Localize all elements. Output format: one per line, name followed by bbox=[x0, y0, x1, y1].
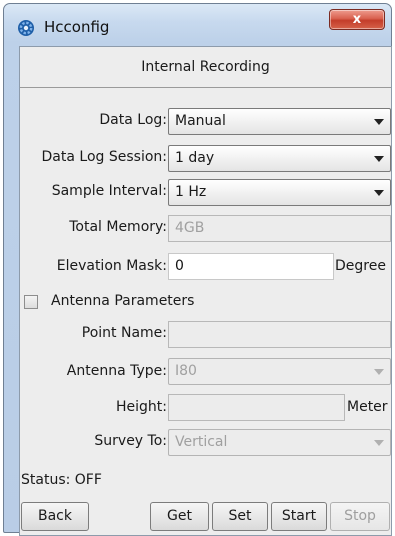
chevron-down-icon bbox=[374, 369, 384, 375]
antenna-type-value: I80 bbox=[175, 363, 197, 379]
data-log-label: Data Log: bbox=[99, 112, 167, 128]
antenna-parameters-label: Antenna Parameters bbox=[51, 293, 195, 309]
stop-button: Stop bbox=[330, 502, 390, 531]
sample-interval-select[interactable]: 1 Hz bbox=[168, 179, 391, 206]
survey-to-value: Vertical bbox=[175, 434, 228, 450]
elevation-mask-unit: Degree bbox=[335, 258, 386, 274]
chevron-down-icon bbox=[374, 119, 384, 125]
chevron-down-icon bbox=[374, 440, 384, 446]
height-unit: Meter bbox=[347, 399, 388, 415]
survey-to-label: Survey To: bbox=[94, 433, 167, 449]
sample-interval-label: Sample Interval: bbox=[51, 183, 167, 199]
sample-interval-value: 1 Hz bbox=[175, 184, 207, 200]
total-memory-label: Total Memory: bbox=[69, 219, 167, 235]
antenna-type-select: I80 bbox=[168, 358, 391, 385]
data-log-value: Manual bbox=[175, 113, 226, 129]
data-log-session-select[interactable]: 1 day bbox=[168, 145, 391, 172]
height-label: Height: bbox=[116, 399, 167, 415]
point-name-label: Point Name: bbox=[81, 325, 167, 341]
start-button[interactable]: Start bbox=[271, 502, 327, 531]
chevron-down-icon bbox=[374, 190, 384, 196]
total-memory-field: 4GB bbox=[168, 215, 391, 242]
data-log-select[interactable]: Manual bbox=[168, 108, 391, 135]
back-button[interactable]: Back bbox=[21, 502, 89, 531]
survey-to-select: Vertical bbox=[168, 429, 391, 456]
chevron-down-icon bbox=[374, 156, 384, 162]
window-title: Hcconfig bbox=[44, 18, 110, 36]
elevation-mask-input[interactable]: 0 bbox=[168, 253, 334, 280]
config-panel: Internal Recording Data Log: Manual Data… bbox=[19, 46, 392, 536]
data-log-session-value: 1 day bbox=[175, 150, 215, 166]
antenna-parameters-checkbox[interactable] bbox=[24, 295, 38, 309]
close-icon: x bbox=[352, 12, 362, 27]
antenna-type-label: Antenna Type: bbox=[66, 363, 167, 379]
elevation-mask-label: Elevation Mask: bbox=[56, 258, 167, 274]
get-button[interactable]: Get bbox=[150, 502, 209, 531]
gear-icon bbox=[18, 20, 34, 36]
height-field bbox=[168, 394, 345, 421]
close-button[interactable]: x bbox=[329, 9, 385, 30]
section-title: Internal Recording bbox=[20, 47, 391, 88]
point-name-field bbox=[168, 321, 391, 348]
data-log-session-label: Data Log Session: bbox=[41, 149, 167, 165]
set-button[interactable]: Set bbox=[212, 502, 268, 531]
status-text: Status: OFF bbox=[21, 472, 102, 488]
hcconfig-window: Hcconfig x Internal Recording Data Log: … bbox=[3, 3, 392, 536]
title-bar[interactable]: Hcconfig x bbox=[4, 4, 391, 46]
